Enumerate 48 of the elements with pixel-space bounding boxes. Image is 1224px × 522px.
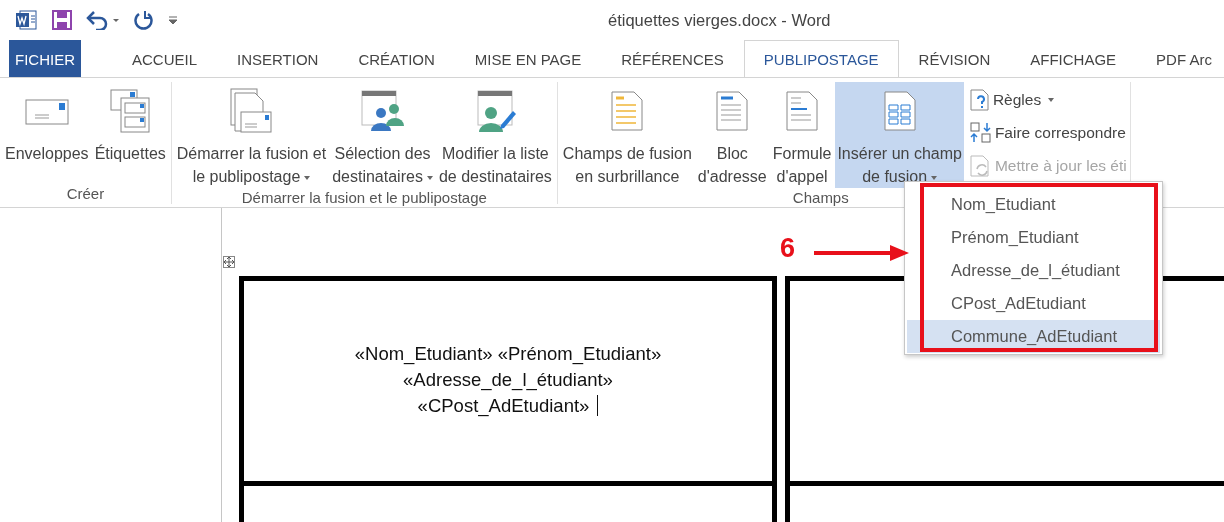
ribbon-tab[interactable]: INSERTION <box>217 40 339 77</box>
merge-field-text: «Nom_Etudiant» «Prénom_Etudiant» <box>354 342 662 367</box>
menu-item[interactable]: Prénom_Etudiant <box>907 221 1160 254</box>
menu-item[interactable]: CPost_AdEtudiant <box>907 287 1160 320</box>
window-title: étiquettes vierges.docx - Word <box>608 10 831 30</box>
ribbon-tab[interactable]: PDF Arc <box>1136 40 1224 77</box>
move-handle-icon[interactable] <box>223 256 235 268</box>
ribbon-button[interactable]: Règles <box>969 86 1127 114</box>
ribbon-tab[interactable]: CRÉATION <box>338 40 455 77</box>
ribbon-tab[interactable]: RÉFÉRENCES <box>601 40 744 77</box>
ribbon-button[interactable]: Formule d'appel <box>770 82 834 188</box>
menu-item[interactable]: Nom_Etudiant <box>907 188 1160 221</box>
refresh-document-icon <box>969 155 992 177</box>
ribbon-button[interactable]: Bloc d'adresse <box>695 82 769 188</box>
document-icon <box>786 91 819 131</box>
ribbon-button[interactable]: Étiquettes <box>92 82 168 184</box>
ribbon-button[interactable]: Champs de fusion en surbrillance <box>560 82 694 188</box>
document-envelope-icon <box>230 88 273 134</box>
ribbon-button[interactable]: Faire correspondre <box>969 119 1127 147</box>
ribbon-button[interactable]: Modifier la liste de destinataires <box>436 82 554 188</box>
ribbon-tab[interactable]: AFFICHAGE <box>1010 40 1137 77</box>
ribbon-button[interactable]: Enveloppes <box>3 82 91 184</box>
group-label: Créer <box>66 184 105 204</box>
merge-field-text: «CPost_AdEtudiant» <box>417 393 599 419</box>
ribbon-tab[interactable]: ACCUEIL <box>112 40 218 77</box>
table-document-icon <box>883 91 916 131</box>
ribbon-button[interactable]: Sélection des destinataires <box>330 82 435 188</box>
customize-icon[interactable] <box>168 14 178 26</box>
calendar-people-icon <box>360 89 405 133</box>
word-icon[interactable] <box>16 9 38 31</box>
document-icon <box>716 91 749 131</box>
ribbon-button[interactable]: Démarrer la fusion et le publipostage <box>174 82 329 188</box>
document-question-icon <box>969 89 990 111</box>
save-icon[interactable] <box>52 10 72 30</box>
group-label: Champs <box>792 188 849 207</box>
redo-icon[interactable] <box>134 10 154 30</box>
menu-item[interactable]: Adresse_de_l_étudiant <box>907 254 1160 287</box>
highlighted-document-icon <box>611 91 644 131</box>
annotation-number: 6 <box>780 233 796 264</box>
undo-icon[interactable] <box>86 10 120 30</box>
ribbon-tab[interactable]: PUBLIPOSTAGE <box>743 40 899 77</box>
ribbon-tab[interactable]: RÉVISION <box>898 40 1011 77</box>
merge-field-text: «Adresse_de_l_étudiant» <box>403 368 613 393</box>
labels-icon <box>110 89 151 133</box>
swap-arrows-icon <box>969 122 992 144</box>
group-label: Démarrer la fusion et le publipostage <box>241 188 487 207</box>
ribbon-tab[interactable]: MISE EN PAGE <box>454 40 602 77</box>
file-tab[interactable]: FICHIER <box>9 40 81 77</box>
